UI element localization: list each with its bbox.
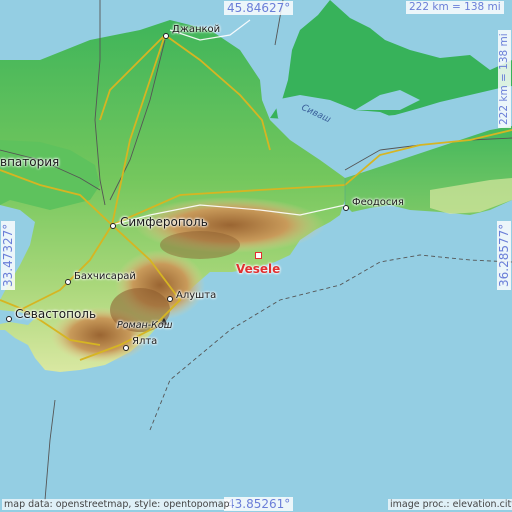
place-bakhchisaray[interactable]: Бахчисарай: [74, 272, 136, 282]
scale-vertical: 222 km = 138 mi: [498, 30, 511, 128]
city-dot-feodosia: [343, 205, 349, 211]
place-simferopol[interactable]: Симферополь: [120, 216, 208, 228]
place-yalta[interactable]: Ялта: [132, 337, 157, 347]
city-dot-dzhankoy: [163, 33, 169, 39]
city-dot-simferopol: [110, 223, 116, 229]
place-roman-kosh[interactable]: Роман-Кош: [117, 321, 172, 331]
attribution-left: map data: openstreetmap, style: opentopo…: [2, 499, 232, 510]
place-sevastopol[interactable]: Севастополь: [15, 308, 96, 320]
place-dzhankoy[interactable]: Джанкой: [172, 25, 220, 35]
city-dot-yalta: [123, 345, 129, 351]
map[interactable]: 45.84627° 43.85261° 33.47327° 36.28577° …: [0, 0, 512, 512]
place-yevpatoria[interactable]: впатория: [0, 156, 59, 168]
location-marker-icon[interactable]: [255, 252, 262, 259]
left-longitude-label: 33.47327°: [1, 220, 15, 290]
top-latitude-label: 45.84627°: [224, 1, 294, 15]
scale-horizontal: 222 km = 138 mi: [406, 1, 504, 14]
location-marker-label[interactable]: Vesele: [236, 262, 280, 276]
attribution-right: image proc.: elevation.city: [388, 499, 512, 510]
bottom-latitude-label: 43.85261°: [224, 497, 294, 511]
city-dot-bakhchisaray: [65, 279, 71, 285]
place-feodosia[interactable]: Феодосия: [352, 198, 404, 208]
city-dot-sevastopol: [6, 316, 12, 322]
right-longitude-label: 36.28577°: [497, 220, 511, 290]
city-dot-alushta: [167, 296, 173, 302]
place-alushta[interactable]: Алушта: [176, 291, 216, 301]
